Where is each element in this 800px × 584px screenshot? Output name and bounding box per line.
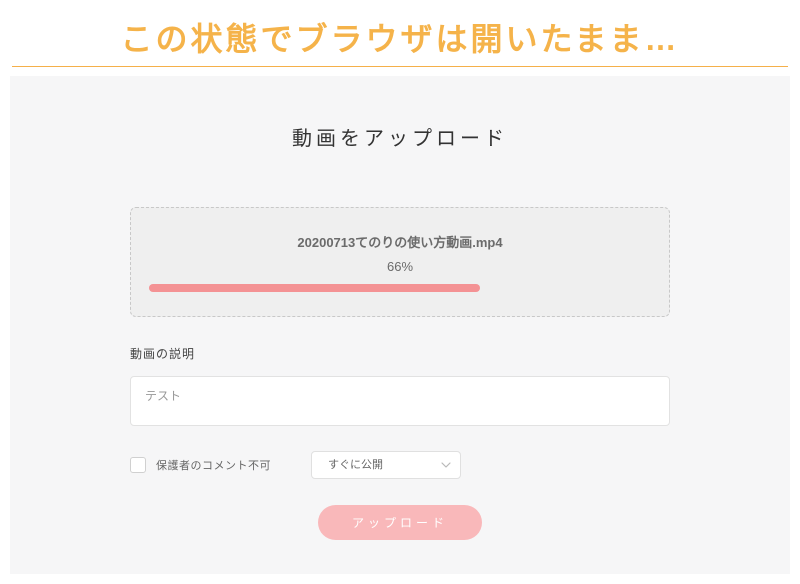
upload-button[interactable]: アップロード (318, 505, 482, 540)
annotation-underline (12, 66, 788, 67)
progress-bar-fill (149, 284, 480, 292)
progress-bar-track (149, 284, 651, 296)
upload-dropzone[interactable]: 20200713てのりの使い方動画.mp4 66% (130, 207, 670, 317)
submit-row: アップロード (130, 505, 670, 540)
upload-page: 動画をアップロード 20200713てのりの使い方動画.mp4 66% 動画の説… (10, 76, 790, 574)
uploading-file-name: 20200713てのりの使い方動画.mp4 (149, 232, 651, 251)
overlay-annotation: この状態でブラウザは開いたまま… (0, 14, 800, 60)
publish-timing-select[interactable]: すぐに公開 (311, 451, 461, 479)
guardian-comments-checkbox[interactable] (130, 457, 146, 473)
publish-timing-select-wrap: すぐに公開 (311, 451, 461, 479)
upload-options-row: 保護者のコメント不可 すぐに公開 (130, 451, 670, 479)
description-input[interactable] (130, 376, 670, 426)
description-field-wrap (130, 376, 670, 431)
guardian-comments-checkbox-group[interactable]: 保護者のコメント不可 (130, 457, 271, 473)
description-section-label: 動画の説明 (130, 345, 670, 362)
content-container: 動画をアップロード 20200713てのりの使い方動画.mp4 66% 動画の説… (130, 76, 670, 540)
guardian-comments-checkbox-label: 保護者のコメント不可 (156, 457, 271, 473)
upload-progress-percent: 66% (149, 259, 651, 274)
page-title: 動画をアップロード (130, 76, 670, 151)
